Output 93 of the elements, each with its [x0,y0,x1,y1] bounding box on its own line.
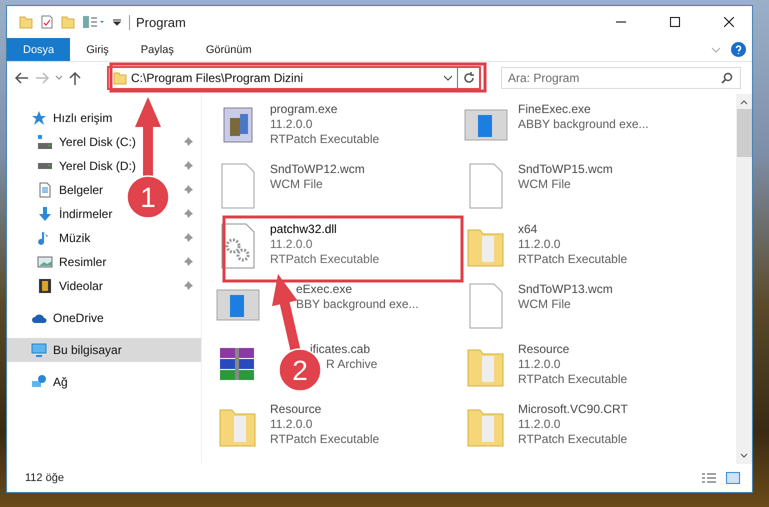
drive-icon [37,163,53,169]
pin-icon [183,185,193,195]
tiles-view-icon[interactable] [726,472,740,484]
sidebar-item[interactable]: OneDrive [7,306,201,330]
file-detail: RTPatch Executable [270,432,380,446]
view-options-icon[interactable] [83,16,105,28]
sidebar-item[interactable]: Belgeler [59,183,104,197]
file-detail: RTPatch Executable [270,132,380,146]
sidebar-item[interactable]: Bu bilgisayar [7,338,201,362]
file-detail: RTPatch Executable [518,432,628,446]
properties-icon[interactable] [41,15,53,29]
drive-icon [37,135,53,149]
file-name: SndToWP15.wcm [518,162,613,176]
callout-badge: 1 [126,175,170,219]
folder-icon [113,71,127,85]
ribbon-tab[interactable]: Paylaş [124,38,190,61]
sidebar-item[interactable]: Yerel Disk (C:) [59,135,136,149]
item-count: 112 öğe [25,472,65,484]
file-detail: BBY background exe... [296,297,419,311]
file-name: Resource [270,402,322,416]
file-name: x64 [518,222,538,236]
file-name: patchw32.dll [270,222,338,236]
scroll-down-icon[interactable] [740,453,748,459]
pin-icon [183,161,193,171]
file-detail: WCM File [518,177,572,191]
sidebar-item[interactable]: Videolar [59,279,103,293]
file-detail: 11.2.0.0 [518,417,562,431]
file-detail: 11.2.0.0 [270,237,314,251]
file-name: program.exe [270,102,338,116]
scroll-thumb[interactable] [736,109,752,157]
file-name: Microsoft.VC90.CRT [518,402,628,416]
pin-icon [183,209,193,219]
sidebar-label: Ağ [53,375,69,389]
file-detail: WCM File [518,297,572,311]
details-view-icon[interactable] [702,472,716,484]
scrollbar[interactable] [736,94,752,464]
dropdown-caret-icon[interactable] [443,74,453,82]
up-button[interactable] [69,71,81,85]
pin-icon [183,281,193,291]
folder-icon [19,15,33,29]
sidebar-item[interactable]: Yerel Disk (D:) [59,159,136,173]
file-detail: RTPatch Executable [518,372,628,386]
file-detail: 11.2.0.0 [270,117,314,131]
monitor-icon [31,342,47,358]
file-name: SndToWP12.wcm [270,162,365,176]
document-icon [37,182,53,198]
file-name: Resource [518,342,570,356]
close-icon [724,17,734,27]
file-detail: RTPatch Executable [270,252,380,266]
file-name: ificates.cab [310,342,372,356]
address-path: C:\Program Files\Program Dizini [131,71,304,85]
sidebar-label: Hızlı erişim [53,111,114,125]
download-arrow-icon [37,206,53,222]
maximize-icon [670,17,680,27]
pin-icon [183,257,193,267]
ribbon-tab[interactable]: Dosya [7,38,70,61]
file-detail: RTPatch Executable [518,252,628,266]
file-detail: 11.2.0.0 [518,357,562,371]
file-detail: ABBY background exe... [518,117,649,131]
sidebar-label: Bu bilgisayar [53,343,123,357]
scroll-up-icon[interactable] [740,99,748,105]
pin-icon [183,233,193,243]
dropdown-caret-icon[interactable] [113,18,121,26]
sidebar-label: OneDrive [53,311,105,325]
file-name: eExec.exe [296,282,354,296]
back-button[interactable] [15,72,29,84]
sidebar-item[interactable]: İndirmeler [59,207,112,221]
file-name: FineExec.exe [518,102,592,116]
search-field[interactable]: Ara: Program [501,67,741,89]
window-title: Program [129,14,590,30]
file-detail: WCM File [270,177,324,191]
refresh-icon[interactable] [462,71,476,85]
ribbon-tab[interactable]: Giriş [70,38,125,61]
file-detail: 11.2.0.0 [270,417,314,431]
sidebar-item[interactable]: Ağ [7,370,201,394]
minimize-icon [616,21,626,23]
recent-caret-button[interactable] [55,75,63,81]
star-icon [31,110,47,126]
help-icon[interactable] [731,42,746,57]
sidebar-item[interactable]: Hızlı erişim [7,106,201,130]
pin-icon [183,137,193,147]
file-detail: R Archive [326,357,378,371]
film-icon [37,278,53,294]
sidebar-item[interactable]: Resimler [59,255,106,269]
file-detail: 11.2.0.0 [518,237,562,251]
address-field[interactable]: C:\Program Files\Program Dizini [107,66,481,90]
picture-icon [37,254,53,270]
sidebar-item[interactable]: Müzik [59,231,90,245]
search-icon [721,72,733,84]
folder-icon [61,15,75,29]
network-icon [31,374,47,390]
ribbon-tab[interactable]: Görünüm [190,38,268,61]
file-name: SndToWP13.wcm [518,282,613,296]
